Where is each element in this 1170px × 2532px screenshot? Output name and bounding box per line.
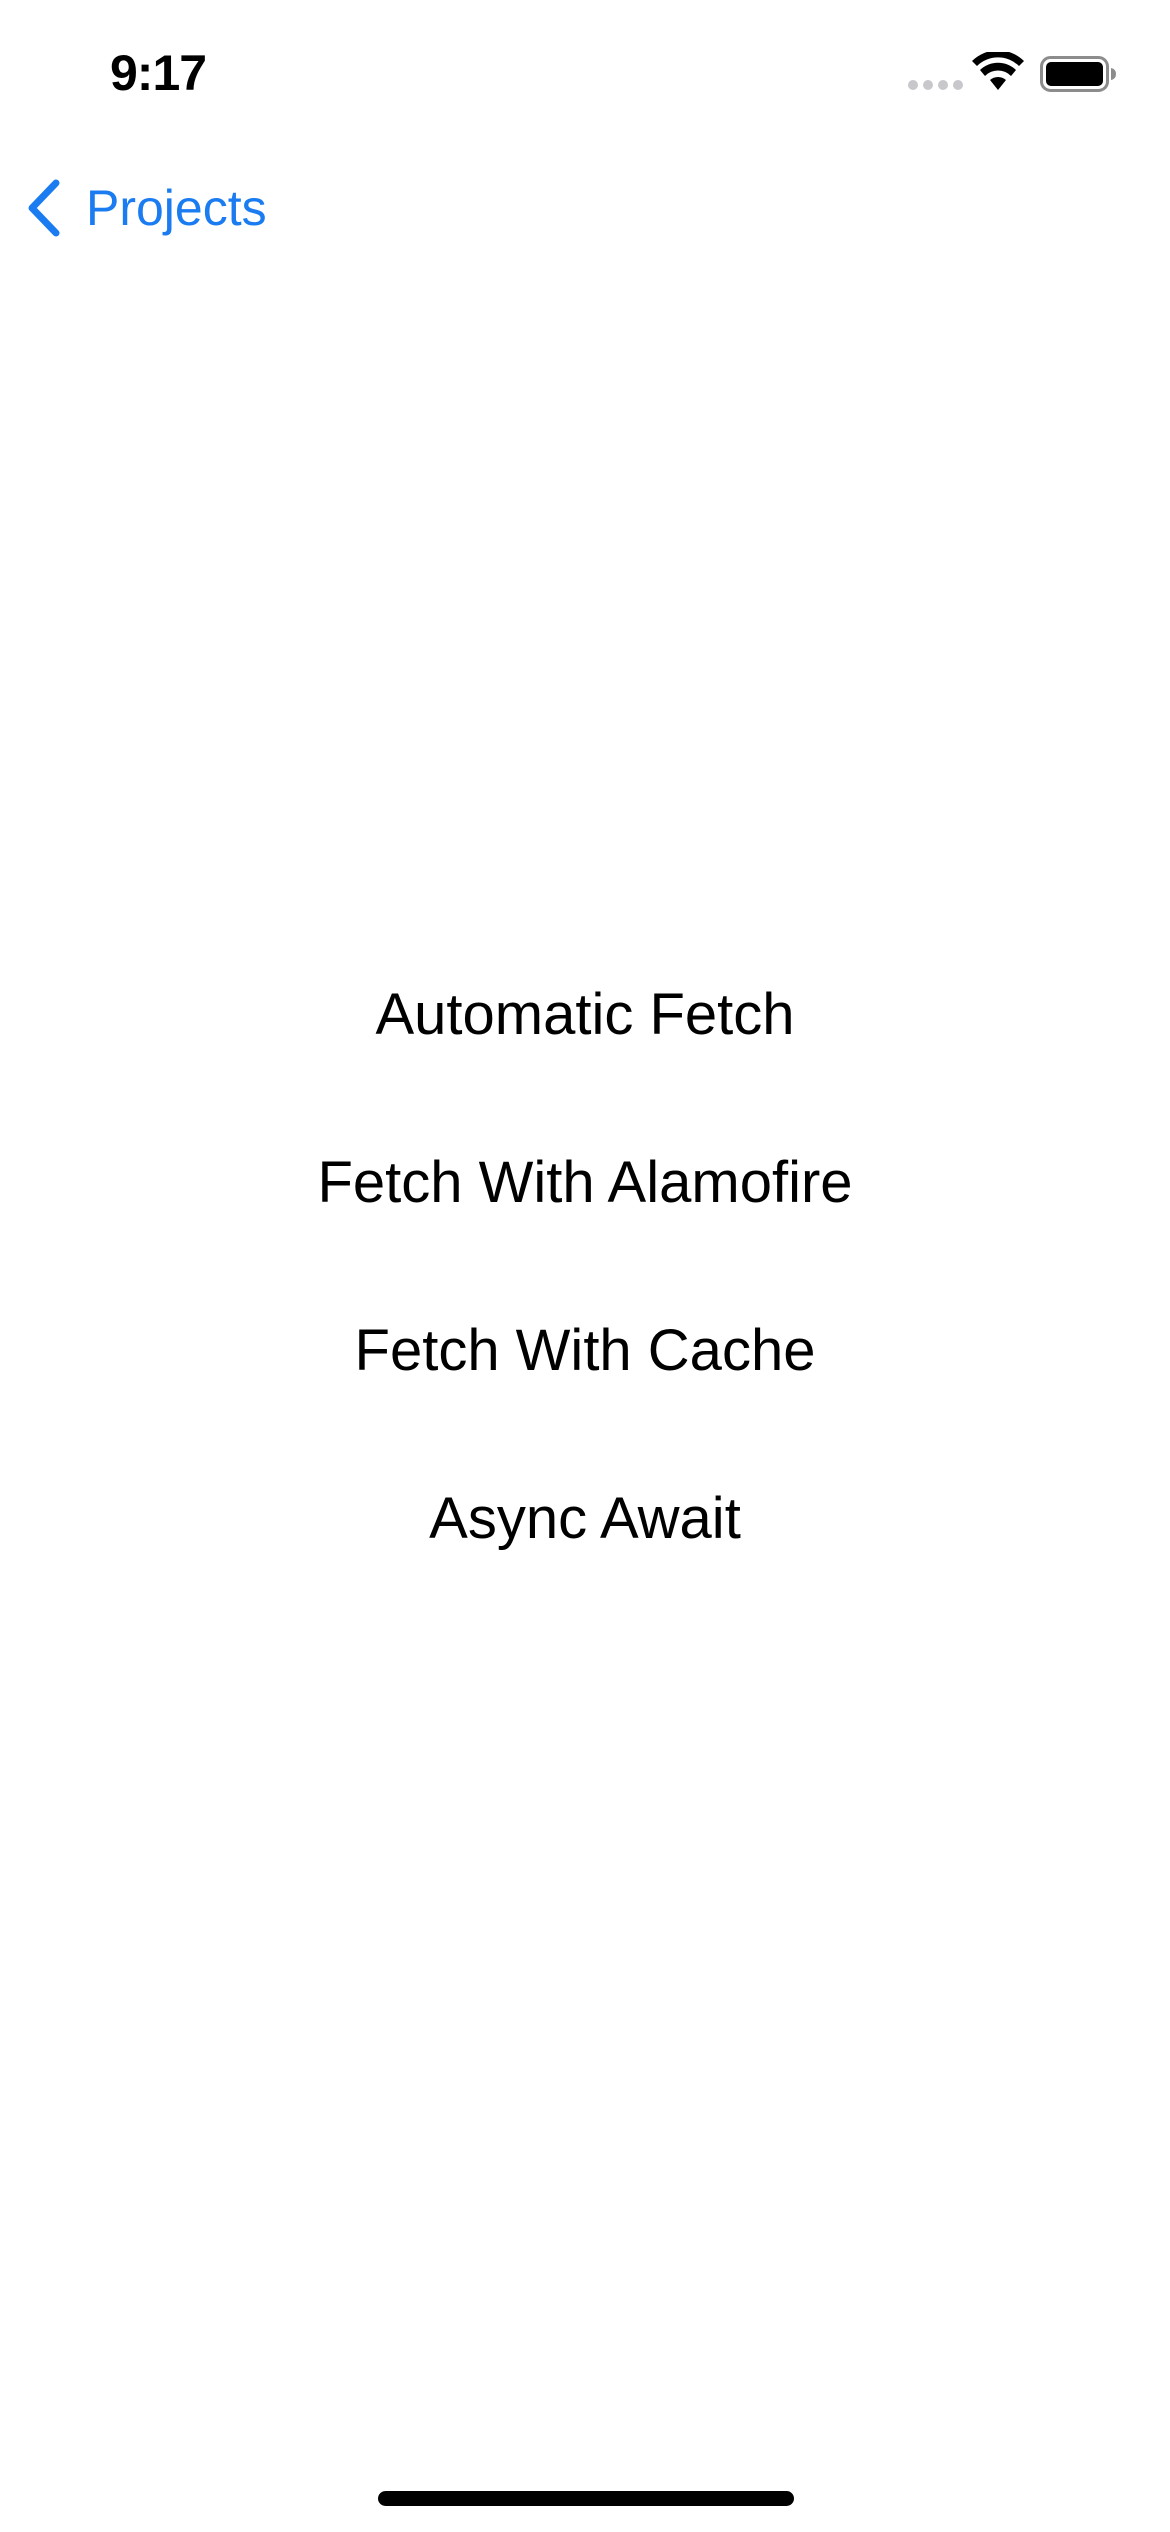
- async-await-button[interactable]: Async Await: [0, 1464, 1170, 1632]
- fetch-options-list: Automatic Fetch Fetch With Alamofire Fet…: [0, 960, 1170, 1632]
- status-time: 9:17: [110, 45, 207, 101]
- back-button[interactable]: Projects: [22, 170, 267, 246]
- battery-icon: [1040, 56, 1116, 92]
- status-bar: 9:17: [0, 0, 1170, 140]
- chevron-left-icon: [28, 179, 60, 237]
- home-indicator[interactable]: [378, 2491, 794, 2506]
- wifi-icon: [972, 52, 1024, 90]
- back-button-label: Projects: [86, 180, 267, 236]
- cellular-signal-icon: [908, 80, 963, 90]
- automatic-fetch-button[interactable]: Automatic Fetch: [0, 960, 1170, 1128]
- fetch-with-alamofire-button[interactable]: Fetch With Alamofire: [0, 1128, 1170, 1296]
- fetch-with-cache-button[interactable]: Fetch With Cache: [0, 1296, 1170, 1464]
